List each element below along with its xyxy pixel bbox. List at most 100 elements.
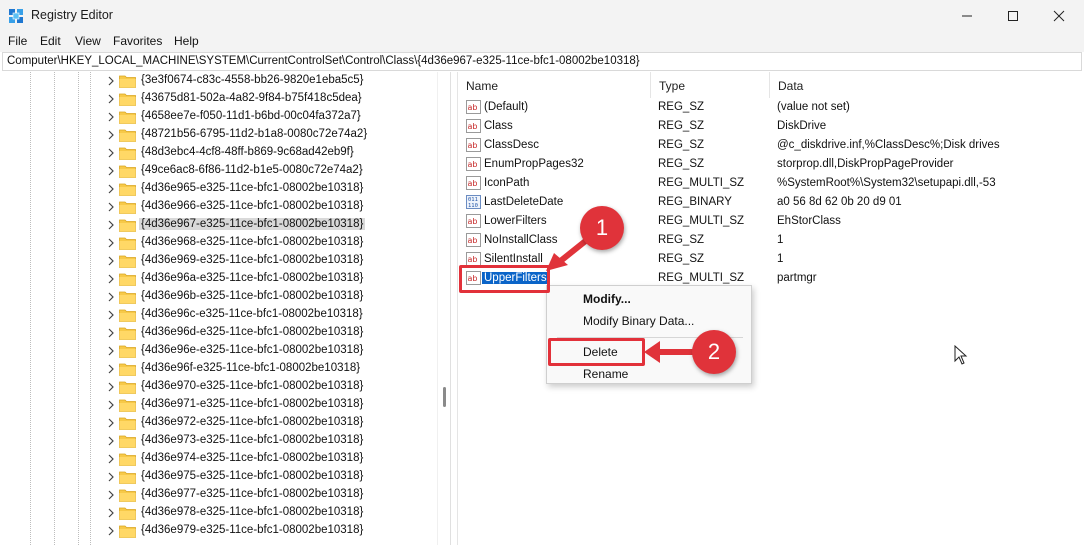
menu-help[interactable]: Help xyxy=(174,34,199,48)
value-type: REG_SZ xyxy=(658,253,705,265)
tree-item[interactable]: {4d36e96e-e325-11ce-bfc1-08002be10318} xyxy=(106,342,436,360)
key-tree-pane[interactable]: {3e3f0674-c83c-4558-bb26-9820e1eba5c5} {4… xyxy=(2,72,451,545)
tree-item[interactable]: {4d36e977-e325-11ce-bfc1-08002be10318} xyxy=(106,486,436,504)
tree-item-label: {4d36e967-e325-11ce-bfc1-08002be10318} xyxy=(139,218,366,230)
chevron-right-icon[interactable] xyxy=(106,183,116,195)
tree-item[interactable]: {4d36e966-e325-11ce-bfc1-08002be10318} xyxy=(106,198,436,216)
folder-icon xyxy=(119,399,136,412)
string-value-icon: ab xyxy=(466,176,481,190)
column-header-data[interactable]: Data xyxy=(770,72,1084,98)
value-row[interactable]: ab (Default) REG_SZ (value not set) xyxy=(458,98,1084,117)
chevron-right-icon[interactable] xyxy=(106,201,116,213)
tree-item[interactable]: {4d36e96a-e325-11ce-bfc1-08002be10318} xyxy=(106,270,436,288)
column-header-name[interactable]: Name xyxy=(458,72,651,98)
registry-editor-app-icon xyxy=(9,9,23,23)
menu-view[interactable]: View xyxy=(75,34,101,48)
tree-item[interactable]: {4d36e979-e325-11ce-bfc1-08002be10318} xyxy=(106,522,436,540)
tree-item[interactable]: {49ce6ac8-6f86-11d2-b1e5-0080c72e74a2} xyxy=(106,162,436,180)
menu-favorites[interactable]: Favorites xyxy=(113,34,162,48)
folder-icon xyxy=(119,255,136,268)
chevron-right-icon[interactable] xyxy=(106,327,116,339)
minimize-button[interactable] xyxy=(944,0,990,32)
close-button[interactable] xyxy=(1036,0,1082,32)
menu-item-modify-binary-data[interactable]: Modify Binary Data... xyxy=(583,314,694,328)
tree-item[interactable]: {43675d81-502a-4a82-9f84-b75f418c5dea} xyxy=(106,90,436,108)
tree-item[interactable]: {4d36e978-e325-11ce-bfc1-08002be10318} xyxy=(106,504,436,522)
chevron-right-icon[interactable] xyxy=(106,525,116,537)
chevron-right-icon[interactable] xyxy=(106,93,116,105)
tree-item-label: {4d36e969-e325-11ce-bfc1-08002be10318} xyxy=(141,254,364,266)
chevron-right-icon[interactable] xyxy=(106,345,116,357)
tree-item[interactable]: {4d36e965-e325-11ce-bfc1-08002be10318} xyxy=(106,180,436,198)
value-row[interactable]: ab Class REG_SZ DiskDrive xyxy=(458,117,1084,136)
address-bar[interactable]: Computer\HKEY_LOCAL_MACHINE\SYSTEM\Curre… xyxy=(2,52,1082,71)
chevron-right-icon[interactable] xyxy=(106,237,116,249)
chevron-right-icon[interactable] xyxy=(106,309,116,321)
value-type: REG_MULTI_SZ xyxy=(658,215,745,227)
chevron-right-icon[interactable] xyxy=(106,399,116,411)
tree-item[interactable]: {4d36e970-e325-11ce-bfc1-08002be10318} xyxy=(106,378,436,396)
value-row[interactable]: ab ClassDesc REG_SZ @c_diskdrive.inf,%Class… xyxy=(458,136,1084,155)
chevron-right-icon[interactable] xyxy=(106,489,116,501)
value-type: REG_SZ xyxy=(658,234,705,246)
tree-item[interactable]: {48721b56-6795-11d2-b1a8-0080c72e74a2} xyxy=(106,126,436,144)
svg-text:ab: ab xyxy=(468,217,478,226)
value-type: REG_SZ xyxy=(658,158,705,170)
tree-item[interactable]: {4d36e972-e325-11ce-bfc1-08002be10318} xyxy=(106,414,436,432)
tree-scrollbar-thumb[interactable] xyxy=(443,387,446,407)
tree-item[interactable]: {4d36e96d-e325-11ce-bfc1-08002be10318} xyxy=(106,324,436,342)
folder-icon xyxy=(119,237,136,250)
tree-item[interactable]: {48d3ebc4-4cf8-48ff-b869-9c68ad42eb9f} xyxy=(106,144,436,162)
tree-guide-line xyxy=(54,72,55,545)
folder-icon xyxy=(119,165,136,178)
chevron-right-icon[interactable] xyxy=(106,435,116,447)
menu-item-rename[interactable]: Rename xyxy=(583,367,628,381)
value-row[interactable]: ab IconPath REG_MULTI_SZ %SystemRoot%\Syste… xyxy=(458,174,1084,193)
tree-item[interactable]: {4d36e973-e325-11ce-bfc1-08002be10318} xyxy=(106,432,436,450)
value-row[interactable]: ab EnumPropPages32 REG_SZ storprop.dll,Disk… xyxy=(458,155,1084,174)
column-header-type[interactable]: Type xyxy=(651,72,770,98)
chevron-right-icon[interactable] xyxy=(106,75,116,87)
chevron-right-icon[interactable] xyxy=(106,381,116,393)
value-name: LastDeleteDate xyxy=(484,196,564,208)
tree-item[interactable]: {4d36e971-e325-11ce-bfc1-08002be10318} xyxy=(106,396,436,414)
svg-text:110: 110 xyxy=(468,203,478,209)
menu-edit[interactable]: Edit xyxy=(40,34,61,48)
chevron-right-icon[interactable] xyxy=(106,507,116,519)
tree-scrollbar[interactable] xyxy=(437,72,450,545)
value-name: (Default) xyxy=(484,101,529,113)
tree-item[interactable]: {4d36e967-e325-11ce-bfc1-08002be10318} xyxy=(106,216,436,234)
chevron-right-icon[interactable] xyxy=(106,417,116,429)
value-row[interactable]: 011 110 LastDeleteDate REG_BINARY a0 56 8d 6… xyxy=(458,193,1084,212)
tree-item[interactable]: {4d36e975-e325-11ce-bfc1-08002be10318} xyxy=(106,468,436,486)
chevron-right-icon[interactable] xyxy=(106,129,116,141)
chevron-right-icon[interactable] xyxy=(106,291,116,303)
value-data: EhStorClass xyxy=(777,215,841,227)
tree-item[interactable]: {4658ee7e-f050-11d1-b6bd-00c04fa372a7} xyxy=(106,108,436,126)
menu-file[interactable]: File xyxy=(8,34,27,48)
chevron-right-icon[interactable] xyxy=(106,273,116,285)
chevron-right-icon[interactable] xyxy=(106,255,116,267)
tree-item[interactable]: {3e3f0674-c83c-4558-bb26-9820e1eba5c5} xyxy=(106,72,436,90)
chevron-right-icon[interactable] xyxy=(106,111,116,123)
tree-item-label: {4d36e972-e325-11ce-bfc1-08002be10318} xyxy=(141,416,364,428)
tree-item[interactable]: {4d36e96b-e325-11ce-bfc1-08002be10318} xyxy=(106,288,436,306)
svg-text:ab: ab xyxy=(468,122,478,131)
address-path[interactable]: Computer\HKEY_LOCAL_MACHINE\SYSTEM\Curre… xyxy=(7,55,640,67)
chevron-right-icon[interactable] xyxy=(106,147,116,159)
svg-text:ab: ab xyxy=(468,160,478,169)
chevron-right-icon[interactable] xyxy=(106,165,116,177)
tree-item[interactable]: {4d36e968-e325-11ce-bfc1-08002be10318} xyxy=(106,234,436,252)
chevron-right-icon[interactable] xyxy=(106,471,116,483)
tree-item[interactable]: {4d36e974-e325-11ce-bfc1-08002be10318} xyxy=(106,450,436,468)
tree-item[interactable]: {4d36e969-e325-11ce-bfc1-08002be10318} xyxy=(106,252,436,270)
menu-item-modify[interactable]: Modify... xyxy=(583,292,631,306)
tree-item-label: {4d36e978-e325-11ce-bfc1-08002be10318} xyxy=(141,506,364,518)
maximize-button[interactable] xyxy=(990,0,1036,32)
chevron-right-icon[interactable] xyxy=(106,219,116,231)
chevron-right-icon[interactable] xyxy=(106,453,116,465)
folder-icon xyxy=(119,309,136,322)
chevron-right-icon[interactable] xyxy=(106,363,116,375)
tree-item[interactable]: {4d36e96f-e325-11ce-bfc1-08002be10318} xyxy=(106,360,436,378)
tree-item[interactable]: {4d36e96c-e325-11ce-bfc1-08002be10318} xyxy=(106,306,436,324)
